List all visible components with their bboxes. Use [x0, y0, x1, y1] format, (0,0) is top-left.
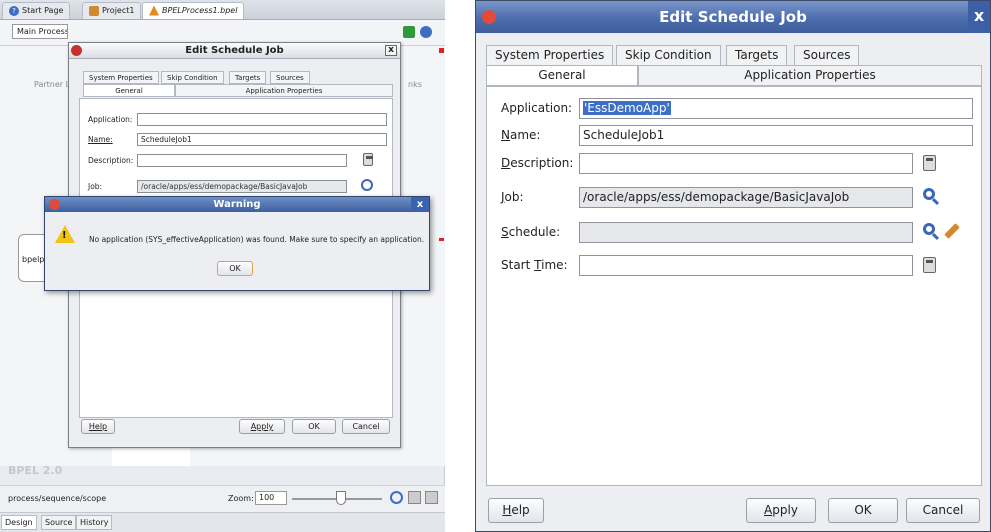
close-icon[interactable]: x [411, 197, 429, 212]
tab-label: BPELProcess1.bpel [162, 6, 238, 15]
job-label: Job: [88, 182, 103, 191]
application-label: Application: [501, 101, 573, 115]
tab-history[interactable]: History [76, 515, 113, 530]
zoom-input[interactable]: 100 [255, 491, 287, 505]
tab-skip-condition[interactable]: Skip Condition [161, 71, 224, 84]
application-field[interactable] [137, 113, 387, 126]
ok-button[interactable]: OK [828, 498, 898, 523]
cancel-button[interactable]: Cancel [906, 498, 980, 523]
zoom-slider-thumb[interactable] [336, 491, 346, 505]
tab-start-page[interactable]: ? Start Page [2, 2, 71, 19]
application-field[interactable]: 'EssDemoApp' [579, 98, 973, 119]
dialog-title-bar: Edit Schedule Job x [69, 43, 400, 59]
warning-icon-mark: ! [62, 230, 67, 241]
cancel-button[interactable]: Cancel [342, 419, 390, 434]
schedule-label: Schedule: [501, 225, 561, 239]
description-label: Description: [501, 156, 574, 170]
bpel-icon [149, 5, 159, 16]
search-icon[interactable] [923, 188, 935, 200]
partner-links-label: Partner L [34, 80, 71, 89]
start-time-label: Start Time: [501, 258, 568, 272]
ok-button[interactable]: OK [292, 419, 336, 434]
description-field[interactable] [579, 153, 913, 174]
dialog-title-bar: Edit Schedule Job x [476, 1, 990, 33]
tab-source[interactable]: Source [41, 515, 77, 530]
date-picker-icon[interactable] [923, 257, 936, 273]
tab-application-properties[interactable]: Application Properties [175, 84, 393, 97]
tab-bpelprocess[interactable]: BPELProcess1.bpel [142, 2, 245, 19]
bpel-label: bpelp [22, 255, 45, 264]
bpel-version-label: BPEL 2.0 [8, 464, 63, 477]
help-icon: ? [9, 5, 19, 16]
description-label: Description: [88, 156, 134, 165]
tab-targets[interactable]: Targets [229, 71, 267, 84]
search-icon[interactable] [923, 223, 935, 235]
process-dropdown[interactable]: Main Process [12, 24, 68, 39]
path-label: process/sequence/scope [8, 494, 107, 503]
tab-general[interactable]: General [486, 65, 638, 86]
tab-skip-condition[interactable]: Skip Condition [616, 45, 721, 66]
edit-pencil-icon[interactable] [944, 223, 960, 239]
warning-title: Warning [213, 199, 261, 210]
tab-system-properties[interactable]: System Properties [486, 45, 614, 66]
error-marker [439, 238, 444, 241]
edit-schedule-job-dialog: Edit Schedule Job x System Properties Sk… [475, 0, 991, 532]
name-label: Name: [88, 135, 113, 144]
tab-sources[interactable]: Sources [794, 45, 860, 66]
help-button[interactable]: Help [488, 498, 544, 523]
expression-builder-icon[interactable] [363, 153, 373, 166]
name-label: Name: [501, 128, 541, 142]
close-icon[interactable]: x [385, 45, 397, 56]
document-tab-bar: ? Start Page Project1 BPELProcess1.bpel [0, 0, 445, 20]
tab-design[interactable]: Design [1, 515, 37, 530]
oracle-icon [49, 199, 60, 210]
tab-targets[interactable]: Targets [726, 45, 788, 66]
zoom-label: Zoom: [228, 494, 254, 503]
partner-links-label-right: nks [408, 80, 422, 89]
general-panel: Application: 'EssDemoApp' Name: Schedule… [486, 86, 982, 486]
tab-label: Project1 [102, 6, 135, 15]
warning-message: No application (SYS_effectiveApplication… [89, 235, 425, 244]
name-field[interactable]: ScheduleJob1 [137, 133, 387, 146]
oracle-icon [71, 45, 82, 56]
name-field[interactable]: ScheduleJob1 [579, 125, 973, 146]
tab-label: Start Page [22, 6, 64, 15]
job-label: Job: [501, 190, 524, 204]
error-marker [439, 48, 444, 53]
apply-button[interactable]: Apply [239, 419, 285, 434]
start-time-field[interactable] [579, 255, 913, 276]
oracle-icon [482, 10, 496, 24]
application-label: Application: [88, 115, 133, 124]
status-bar: process/sequence/scope Zoom: 100 [0, 485, 445, 512]
tab-system-properties[interactable]: System Properties [83, 71, 159, 84]
tab-general[interactable]: General [83, 84, 175, 97]
tab-application-properties[interactable]: Application Properties [638, 65, 982, 86]
description-field[interactable] [137, 154, 347, 167]
close-icon[interactable]: x [968, 1, 990, 33]
dialog-title: Edit Schedule Job [185, 45, 284, 56]
tab-sources[interactable]: Sources [270, 71, 310, 84]
application-value: 'EssDemoApp' [583, 101, 671, 115]
job-field[interactable]: /oracle/apps/ess/demopackage/BasicJavaJo… [137, 180, 347, 193]
dialog-title: Edit Schedule Job [659, 8, 807, 26]
warning-title-bar: Warning x [45, 197, 429, 212]
project-icon [89, 5, 99, 16]
job-field[interactable]: /oracle/apps/ess/demopackage/BasicJavaJo… [579, 187, 913, 208]
zoom-out-icon[interactable] [425, 491, 438, 504]
help-button[interactable]: Help [81, 419, 115, 434]
refresh-icon[interactable] [403, 26, 415, 38]
apply-button[interactable]: Apply [746, 498, 816, 523]
help-icon[interactable] [420, 26, 432, 38]
warning-dialog: Warning x ! No application (SYS_effectiv… [44, 196, 430, 291]
zoom-in-icon[interactable] [408, 491, 421, 504]
search-icon[interactable] [361, 179, 373, 191]
ok-button[interactable]: OK [217, 261, 253, 276]
tab-project1[interactable]: Project1 [82, 2, 142, 19]
editor-bottom-tabs: Design Source History [0, 512, 445, 532]
schedule-field[interactable] [579, 222, 913, 243]
expression-builder-icon[interactable] [923, 155, 936, 171]
zoom-fit-icon[interactable] [390, 491, 403, 504]
